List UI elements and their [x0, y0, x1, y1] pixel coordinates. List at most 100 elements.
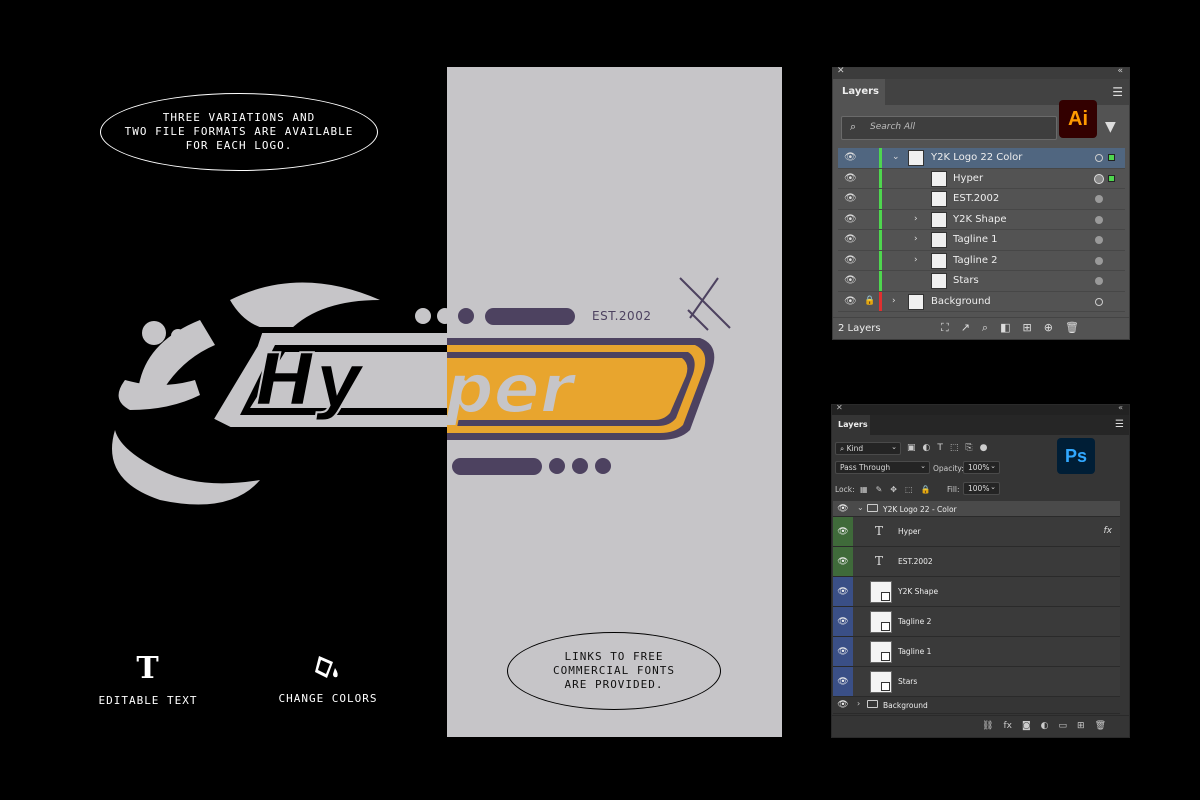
- layer-row[interactable]: 👁 🔒 › Background: [838, 292, 1125, 313]
- opacity-input[interactable]: 100% ⌄: [963, 461, 1000, 474]
- target-icon[interactable]: [1094, 174, 1104, 184]
- layer-row[interactable]: 👁 Tagline 2: [833, 607, 1120, 637]
- new-sublayer-icon[interactable]: ⊞: [1023, 321, 1032, 335]
- layer-row[interactable]: 👁 ⌄ Y2K Logo 22 Color: [838, 148, 1125, 169]
- delete-icon[interactable]: 🗑: [1095, 721, 1106, 731]
- collect-export-icon[interactable]: ⛶: [941, 321, 949, 335]
- layer-color-bar: [879, 169, 882, 189]
- filter-toggle-icon[interactable]: ●: [980, 443, 988, 453]
- selection-square-icon[interactable]: [1108, 154, 1115, 161]
- locate-object-icon[interactable]: ⌕: [982, 321, 988, 335]
- visibility-eye-icon[interactable]: 👁: [833, 577, 853, 606]
- visibility-eye-icon[interactable]: 👁: [844, 152, 857, 163]
- chevron-right-icon[interactable]: ›: [857, 699, 860, 708]
- kind-filter-select[interactable]: ⌕ Kind ⌄: [835, 442, 901, 455]
- chevron-down-icon[interactable]: ⌄: [892, 152, 900, 162]
- chevron-right-icon[interactable]: ›: [892, 296, 896, 306]
- filter-icon[interactable]: ▼: [1105, 119, 1116, 135]
- fill-input[interactable]: 100% ⌄: [963, 482, 1000, 495]
- layer-row[interactable]: 👁 › Tagline 1: [838, 230, 1125, 251]
- mask-icon[interactable]: ◙: [1022, 721, 1031, 731]
- adjustment-icon[interactable]: ◐: [1041, 721, 1049, 731]
- type-filter-icon[interactable]: T: [937, 443, 943, 453]
- new-layer-icon[interactable]: ⊞: [1077, 721, 1085, 731]
- layer-row[interactable]: 👁 Stars: [833, 667, 1120, 697]
- smart-object-thumbnail: [870, 611, 892, 633]
- fx-icon[interactable]: fx: [1003, 721, 1012, 731]
- effects-icon[interactable]: fx: [1104, 526, 1113, 536]
- shape-filter-icon[interactable]: ⬚: [950, 443, 959, 453]
- lock-artboard-icon[interactable]: ⬚: [905, 485, 913, 494]
- target-icon[interactable]: [1095, 257, 1103, 265]
- layer-group-row[interactable]: 👁 › Background: [833, 697, 1120, 714]
- layer-color-bar: [879, 210, 882, 230]
- tab-layers[interactable]: Layers: [832, 415, 870, 435]
- lock-position-icon[interactable]: ✥: [890, 485, 897, 494]
- visibility-eye-icon[interactable]: 👁: [844, 234, 857, 245]
- layer-row[interactable]: 👁 Tagline 1: [833, 637, 1120, 667]
- visibility-eye-icon[interactable]: 👁: [844, 173, 857, 184]
- export-icon[interactable]: ↗: [961, 321, 970, 335]
- lock-icon[interactable]: 🔒: [864, 296, 875, 306]
- link-icon[interactable]: ⛓: [982, 721, 993, 731]
- smart-object-filter-icon[interactable]: ⎘: [965, 443, 972, 453]
- chevron-right-icon[interactable]: ›: [914, 255, 918, 265]
- lock-icons: ▦ ✎ ✥ ⬚ 🔒: [860, 485, 931, 494]
- visibility-eye-icon[interactable]: 👁: [844, 296, 857, 307]
- chevron-down-icon[interactable]: ⌄: [857, 503, 864, 512]
- search-input[interactable]: ⌕ Search All: [841, 116, 1057, 140]
- layer-row[interactable]: 👁 Hyper: [838, 169, 1125, 190]
- target-icon[interactable]: [1095, 236, 1103, 244]
- new-group-icon[interactable]: ▭: [1059, 721, 1068, 731]
- layer-row[interactable]: 👁 Stars: [838, 271, 1125, 292]
- target-icon[interactable]: [1095, 195, 1103, 203]
- visibility-eye-icon[interactable]: 👁: [833, 607, 853, 636]
- target-icon[interactable]: [1095, 154, 1103, 162]
- visibility-eye-icon[interactable]: 👁: [833, 637, 853, 666]
- collapse-icon[interactable]: «: [1118, 403, 1123, 412]
- layer-row[interactable]: 👁 › Tagline 2: [838, 251, 1125, 272]
- clipping-mask-icon[interactable]: ◧: [1000, 321, 1010, 335]
- visibility-eye-icon[interactable]: 👁: [833, 501, 853, 516]
- visibility-eye-icon[interactable]: 👁: [833, 517, 853, 546]
- collapse-icon[interactable]: «: [1117, 66, 1123, 76]
- close-icon[interactable]: ✕: [837, 66, 845, 76]
- logo-est-text: EST.2002: [592, 309, 651, 323]
- panel-menu-icon[interactable]: ☰: [1115, 419, 1124, 430]
- layer-row[interactable]: 👁 EST.2002: [838, 189, 1125, 210]
- layer-row[interactable]: 👁 T EST.2002: [833, 547, 1120, 577]
- layer-row[interactable]: 👁 Y2K Shape: [833, 577, 1120, 607]
- visibility-eye-icon[interactable]: 👁: [833, 667, 853, 696]
- lock-transparency-icon[interactable]: ▦: [860, 485, 868, 494]
- visibility-eye-icon[interactable]: 👁: [844, 193, 857, 204]
- visibility-eye-icon[interactable]: 👁: [844, 275, 857, 286]
- delete-icon[interactable]: 🗑: [1065, 321, 1079, 335]
- tab-layers[interactable]: Layers: [833, 79, 885, 105]
- panel-titlebar: ✕ «: [832, 405, 1129, 415]
- new-layer-icon[interactable]: ⊕: [1044, 321, 1053, 335]
- target-icon[interactable]: [1095, 298, 1103, 306]
- visibility-eye-icon[interactable]: 👁: [833, 697, 853, 713]
- filter-icons: ▣ ◐ T ⬚ ⎘ ●: [907, 443, 987, 453]
- target-icon[interactable]: [1095, 277, 1103, 285]
- visibility-eye-icon[interactable]: 👁: [844, 214, 857, 225]
- selection-square-icon[interactable]: [1108, 175, 1115, 182]
- blend-mode-select[interactable]: Pass Through ⌄: [835, 461, 930, 474]
- target-icon[interactable]: [1095, 216, 1103, 224]
- lock-pixels-icon[interactable]: ✎: [876, 485, 883, 494]
- visibility-eye-icon[interactable]: 👁: [833, 547, 853, 576]
- layer-group-row[interactable]: 👁 ⌄ Y2K Logo 22 - Color: [833, 501, 1120, 517]
- layer-row[interactable]: 👁 › Y2K Shape: [838, 210, 1125, 231]
- panel-footer: ⛓ fx ◙ ◐ ▭ ⊞ 🗑: [832, 715, 1129, 737]
- pixel-filter-icon[interactable]: ▣: [907, 443, 916, 453]
- lock-all-icon[interactable]: 🔒: [921, 485, 931, 494]
- layer-row[interactable]: 👁 T Hyper fx: [833, 517, 1120, 547]
- chevron-right-icon[interactable]: ›: [914, 234, 918, 244]
- adjustment-filter-icon[interactable]: ◐: [923, 443, 931, 453]
- visibility-eye-icon[interactable]: 👁: [844, 255, 857, 266]
- close-icon[interactable]: ✕: [836, 403, 843, 412]
- chevron-right-icon[interactable]: ›: [914, 214, 918, 224]
- layer-name: Tagline 1: [953, 234, 998, 245]
- panel-menu-icon[interactable]: ☰: [1112, 85, 1123, 99]
- fill-label: Fill:: [947, 485, 960, 494]
